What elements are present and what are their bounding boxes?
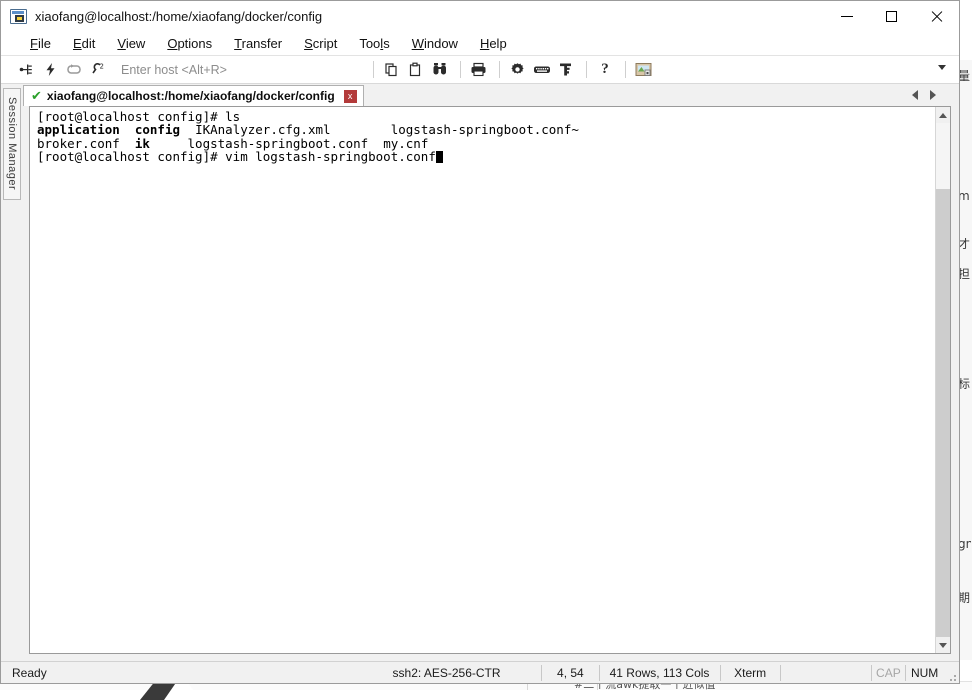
reconnect-icon[interactable] [63,59,85,81]
toolbar-separator-3 [498,61,500,78]
status-cipher: ssh2: AES-256-CTR [392,665,501,680]
terminal-line: application config IKAnalyzer.cfg.xml lo… [37,123,935,136]
menu-bar: File Edit View Options Transfer Script T… [1,32,959,56]
terminal-screen[interactable]: [root@localhost config]# ls application c… [30,107,935,653]
settings-gear-icon[interactable] [507,59,529,81]
terminal-bottom-padding [23,654,959,661]
sidebar-item-session-manager[interactable]: Session Manager [3,88,21,200]
menu-tools[interactable]: Tools [348,34,400,53]
tab-prev-icon[interactable] [907,87,923,103]
tab-close-button[interactable]: x [343,89,357,103]
menu-options[interactable]: Options [156,34,223,53]
menu-script-label: cript [312,36,338,51]
sidebar: Session Manager [1,84,23,661]
status-emulation: Xterm [734,665,767,680]
terminal-cursor [435,151,443,164]
window-controls [824,1,959,32]
terminal-window-icon [10,9,27,24]
scrollbar-thumb[interactable] [936,189,950,637]
terminal-scrollbar[interactable] [935,107,950,653]
tab-session[interactable]: ✔ xiaofang@localhost:/home/xiaofang/dock… [23,85,364,106]
find-icon[interactable] [429,59,451,81]
title-bar[interactable]: xiaofang@localhost:/home/xiaofang/docker… [1,1,959,32]
menu-transfer-label: ransfer [241,36,283,51]
toolbar-separator-2 [459,61,461,78]
terminal-line: [root@localhost config]# vim logstash-sp… [37,150,935,163]
close-button[interactable] [914,1,959,32]
menu-window[interactable]: Window [401,34,469,53]
tab-next-icon[interactable] [925,87,941,103]
connected-check-icon: ✔ [31,88,42,104]
terminal-output: [root@localhost config]# ls application c… [37,110,935,164]
securecrt-window: xiaofang@localhost:/home/xiaofang/docker… [0,0,960,684]
host-input[interactable]: Enter host <Alt+R> [121,63,227,77]
status-cursor-position: 4, 54 [557,665,584,680]
status-caps-lock: CAP [876,665,901,680]
maximize-button[interactable] [869,1,914,32]
session-options-icon[interactable] [633,59,655,81]
minimize-button[interactable] [824,1,869,32]
menu-edit-label: dit [81,36,96,51]
menu-script[interactable]: Script [293,34,348,53]
keyboard-icon[interactable] [531,59,553,81]
toolbar-separator-5 [624,61,626,78]
window-body: Session Manager ✔ xiaofang@localhost:/ho… [1,84,959,661]
svg-text:2: 2 [100,63,104,71]
menu-view[interactable]: View [106,34,156,53]
tab-session-label: xiaofang@localhost:/home/xiaofang/docker… [46,89,335,103]
terminal-panel: [root@localhost config]# ls application c… [29,106,951,654]
toolbar: 2 Enter host <Alt+R> ? [1,56,959,84]
key-icon[interactable] [555,59,577,81]
toolbar-separator-4 [585,61,587,78]
copy-icon[interactable] [381,59,403,81]
window-title: xiaofang@localhost:/home/xiaofang/docker… [35,9,323,24]
session-manager-label: Session Manager [6,97,18,191]
scroll-down-icon[interactable] [936,637,950,653]
connect-icon[interactable] [15,59,37,81]
scrollbar-track[interactable] [936,123,950,637]
menu-transfer[interactable]: Transfer [223,34,293,53]
resize-grip[interactable] [944,662,959,684]
status-bar: Ready ssh2: AES-256-CTR 4, 54 41 Rows, 1… [1,661,959,683]
paste-icon[interactable] [405,59,427,81]
toolbar-separator-1 [372,61,374,78]
menu-options-label: ptions [177,36,213,51]
help-icon[interactable]: ? [594,59,616,81]
print-icon[interactable] [468,59,490,81]
menu-help-label: elp [489,36,507,51]
content-area: ✔ xiaofang@localhost:/home/xiaofang/dock… [23,84,959,661]
quick-connect-icon[interactable] [39,59,61,81]
menu-file-label: ile [37,36,51,51]
menu-view-label: iew [125,36,146,51]
menu-help[interactable]: Help [469,34,518,53]
menu-window-label: indow [423,36,458,51]
terminal-line: [root@localhost config]# ls [37,110,935,123]
status-num-lock: NUM [910,665,939,680]
scroll-up-icon[interactable] [936,107,950,123]
tab-strip: ✔ xiaofang@localhost:/home/xiaofang/dock… [23,84,959,106]
status-ready: Ready [12,665,47,680]
menu-edit[interactable]: Edit [62,34,106,53]
terminal-line: broker.conf ik logstash-springboot.conf … [37,137,935,150]
status-spacer [781,662,872,684]
disconnect-icon[interactable]: 2 [87,59,109,81]
status-dimensions: 41 Rows, 113 Cols [609,665,710,680]
terminal-text: [root@localhost config]# vim logstash-sp… [37,149,436,165]
toolbar-overflow-caret[interactable] [938,65,946,70]
background-window-right-strip [958,60,972,660]
menu-file[interactable]: File [19,34,62,53]
